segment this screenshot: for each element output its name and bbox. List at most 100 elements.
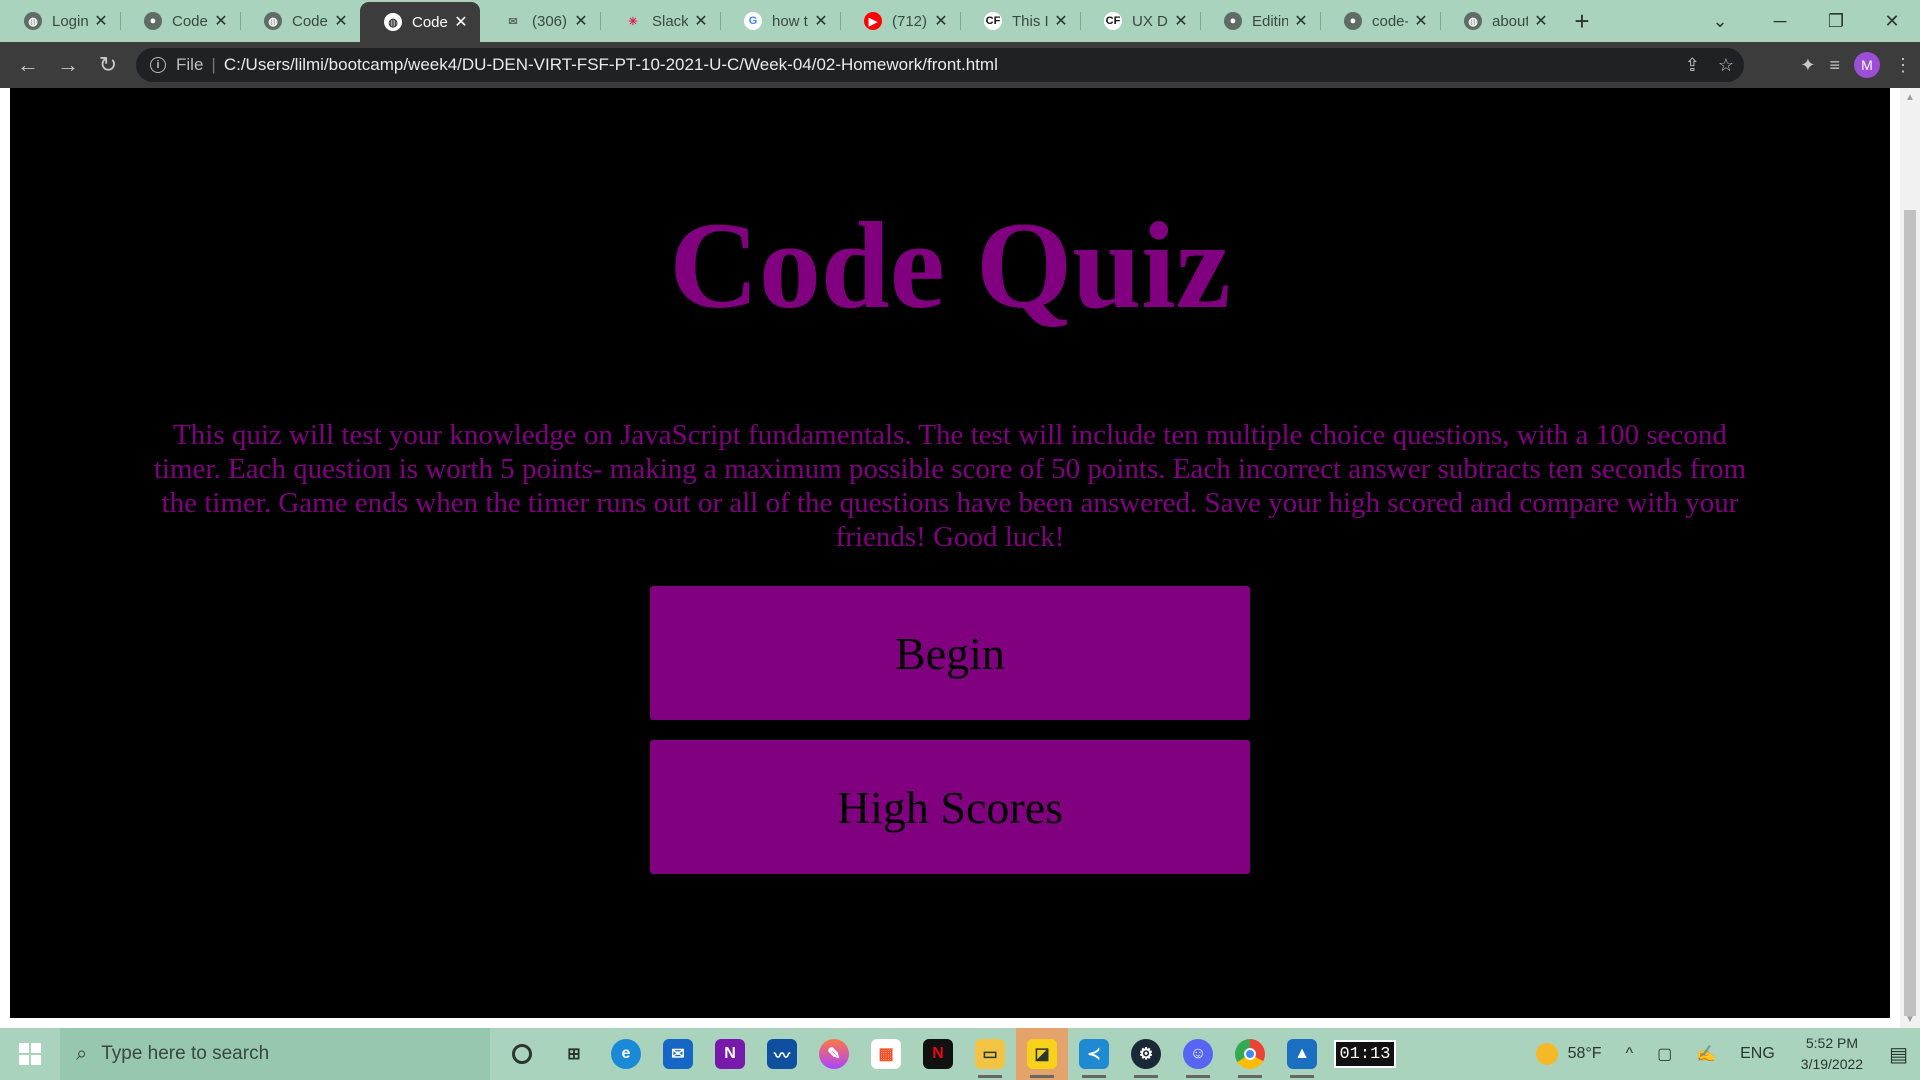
tab-title: CodeC <box>172 12 208 30</box>
tab[interactable]: Ghow t ✕ <box>720 0 840 42</box>
tab[interactable]: ◍ Code ✕ <box>240 0 360 42</box>
photos-icon[interactable]: ▲ <box>1276 1028 1328 1080</box>
scroll-up-icon[interactable]: ▲ <box>1900 88 1920 106</box>
mail-icon[interactable]: ✉ <box>652 1028 704 1080</box>
close-window-button[interactable]: ✕ <box>1864 0 1920 42</box>
codefights-icon: CF <box>984 12 1002 30</box>
vscode-icon[interactable]: ≺ <box>1068 1028 1120 1080</box>
timer-app-display[interactable]: 01:13 <box>1334 1040 1396 1068</box>
tab-title: (306) <box>532 12 568 30</box>
tab-active[interactable]: ◍ Code ✕ <box>360 2 480 42</box>
taskbar-search[interactable]: ⌕ Type here to search <box>60 1028 490 1080</box>
chrome-icon[interactable] <box>1224 1028 1276 1080</box>
onenote-icon[interactable]: N <box>704 1028 756 1080</box>
address-bar[interactable]: i File | C:/Users/lilmi/bootcamp/week4/D… <box>136 48 1744 82</box>
url-text[interactable]: C:/Users/lilmi/bootcamp/week4/DU-DEN-VIR… <box>224 55 998 75</box>
close-tab-icon[interactable]: ✕ <box>812 11 830 31</box>
whiteboard-icon[interactable]: 〰 <box>756 1028 808 1080</box>
close-tab-icon[interactable]: ✕ <box>332 11 350 31</box>
new-tab-button[interactable]: + <box>1560 0 1604 42</box>
forward-button[interactable]: → <box>48 45 88 85</box>
extensions-icon[interactable]: ✦ <box>1800 55 1815 76</box>
tab-search-icon[interactable]: ⌄ <box>1692 0 1748 42</box>
vertical-scrollbar[interactable]: ▲ ▼ <box>1900 88 1920 1028</box>
clock-date: 3/19/2022 <box>1800 1056 1864 1072</box>
share-icon[interactable]: ⇪ <box>1685 55 1700 76</box>
close-tab-icon[interactable]: ✕ <box>1052 11 1070 31</box>
weather-widget[interactable]: 58°F <box>1535 1043 1602 1065</box>
search-placeholder: Type here to search <box>101 1043 270 1064</box>
tab-title: Code <box>292 12 328 30</box>
bookmark-star-icon[interactable]: ☆ <box>1718 55 1734 76</box>
scheme-label: File <box>176 55 204 74</box>
paint-icon[interactable]: ✎ <box>808 1028 860 1080</box>
globe-icon: ◍ <box>1464 12 1482 30</box>
task-view-icon[interactable]: ⊞ <box>548 1028 600 1080</box>
tab[interactable]: ◍ Login ✕ <box>0 0 120 42</box>
globe-icon: ◍ <box>264 12 282 30</box>
close-tab-icon[interactable]: ✕ <box>92 11 110 31</box>
site-info-icon[interactable]: i <box>150 57 166 73</box>
close-tab-icon[interactable]: ✕ <box>1412 11 1430 31</box>
tab[interactable]: ● CodeC✕ <box>120 0 240 42</box>
tab-strip: ◍Login✕●CodeC✕◍Code✕◍Code✕✉(306)✕✳Slack✕… <box>0 0 1920 42</box>
tab[interactable]: ● code- ✕ <box>1320 0 1440 42</box>
begin-button[interactable]: Begin <box>650 586 1250 720</box>
browser-toolbar: ← → ↻ i File | C:/Users/lilmi/bootcamp/w… <box>0 42 1920 88</box>
windows-logo-icon <box>19 1043 41 1065</box>
show-hidden-icons-chevron-icon[interactable]: ^ <box>1626 1045 1634 1063</box>
address-separator: | <box>211 55 216 74</box>
back-button[interactable]: ← <box>8 45 48 85</box>
tab[interactable]: ✳ Slack ✕ <box>600 0 720 42</box>
meet-now-icon[interactable]: ▢ <box>1657 1044 1672 1064</box>
profile-avatar[interactable]: M <box>1854 52 1880 78</box>
tab-title: Code <box>412 13 448 31</box>
cortana-icon[interactable] <box>496 1028 548 1080</box>
close-tab-icon[interactable]: ✕ <box>1172 11 1190 31</box>
steam-icon[interactable]: ⚙ <box>1120 1028 1172 1080</box>
globe-icon: ◍ <box>384 13 402 31</box>
file-explorer-icon[interactable]: ▭ <box>964 1028 1016 1080</box>
netflix-icon[interactable]: N <box>912 1028 964 1080</box>
tab[interactable]: ◍ about ✕ <box>1440 0 1560 42</box>
discord-icon[interactable]: ☺ <box>1172 1028 1224 1080</box>
tab-title: (712) <box>892 12 928 30</box>
start-button[interactable] <box>0 1028 60 1080</box>
tab[interactable]: ● Editin ✕ <box>1200 0 1320 42</box>
edge-icon[interactable]: e <box>600 1028 652 1080</box>
close-tab-icon[interactable]: ✕ <box>452 12 470 32</box>
notifications-icon[interactable]: ▤ <box>1889 1042 1908 1067</box>
clock-time: 5:52 PM <box>1805 1035 1859 1051</box>
high-scores-button[interactable]: High Scores <box>650 740 1250 874</box>
close-tab-icon[interactable]: ✕ <box>1292 11 1310 31</box>
page-viewport: Code Quiz This quiz will test your knowl… <box>0 88 1920 1028</box>
media-control-icon[interactable]: ≡ <box>1829 55 1840 76</box>
close-tab-icon[interactable]: ✕ <box>1532 11 1550 31</box>
page-title: Code Quiz <box>669 197 1231 334</box>
taskbar-clock[interactable]: 5:52 PM 3/19/2022 <box>1801 1033 1863 1075</box>
tab[interactable]: CF This Is✕ <box>960 0 1080 42</box>
maximize-button[interactable]: ❐ <box>1808 0 1864 42</box>
windows-taskbar: ⌕ Type here to search ⊞ e ✉ N 〰 ✎ ▦ N ▭ … <box>0 1028 1920 1080</box>
github-icon: ● <box>1224 12 1242 30</box>
language-indicator[interactable]: ENG <box>1740 1045 1775 1063</box>
scroll-down-icon[interactable]: ▼ <box>1900 1010 1920 1028</box>
github-icon: ● <box>144 12 162 30</box>
menu-icon[interactable]: ⋮ <box>1894 55 1912 76</box>
close-tab-icon[interactable]: ✕ <box>932 11 950 31</box>
store-icon[interactable]: ▦ <box>860 1028 912 1080</box>
minimize-button[interactable]: ─ <box>1752 0 1808 42</box>
tab[interactable]: CF UX De✕ <box>1080 0 1200 42</box>
close-tab-icon[interactable]: ✕ <box>692 11 710 31</box>
sticky-notes-icon[interactable]: ◪ <box>1016 1028 1068 1080</box>
scrollbar-thumb[interactable] <box>1904 210 1916 1016</box>
close-tab-icon[interactable]: ✕ <box>572 11 590 31</box>
tab[interactable]: ▶ (712) ✕ <box>840 0 960 42</box>
tab[interactable]: ✉ (306) ✕ <box>480 0 600 42</box>
reload-button[interactable]: ↻ <box>88 45 128 85</box>
tab-title: Login <box>52 12 88 30</box>
google-icon: G <box>744 12 762 30</box>
pen-icon[interactable]: ✍ <box>1696 1044 1716 1064</box>
close-tab-icon[interactable]: ✕ <box>212 11 230 31</box>
intro-text: This quiz will test your knowledge on Ja… <box>153 419 1747 553</box>
